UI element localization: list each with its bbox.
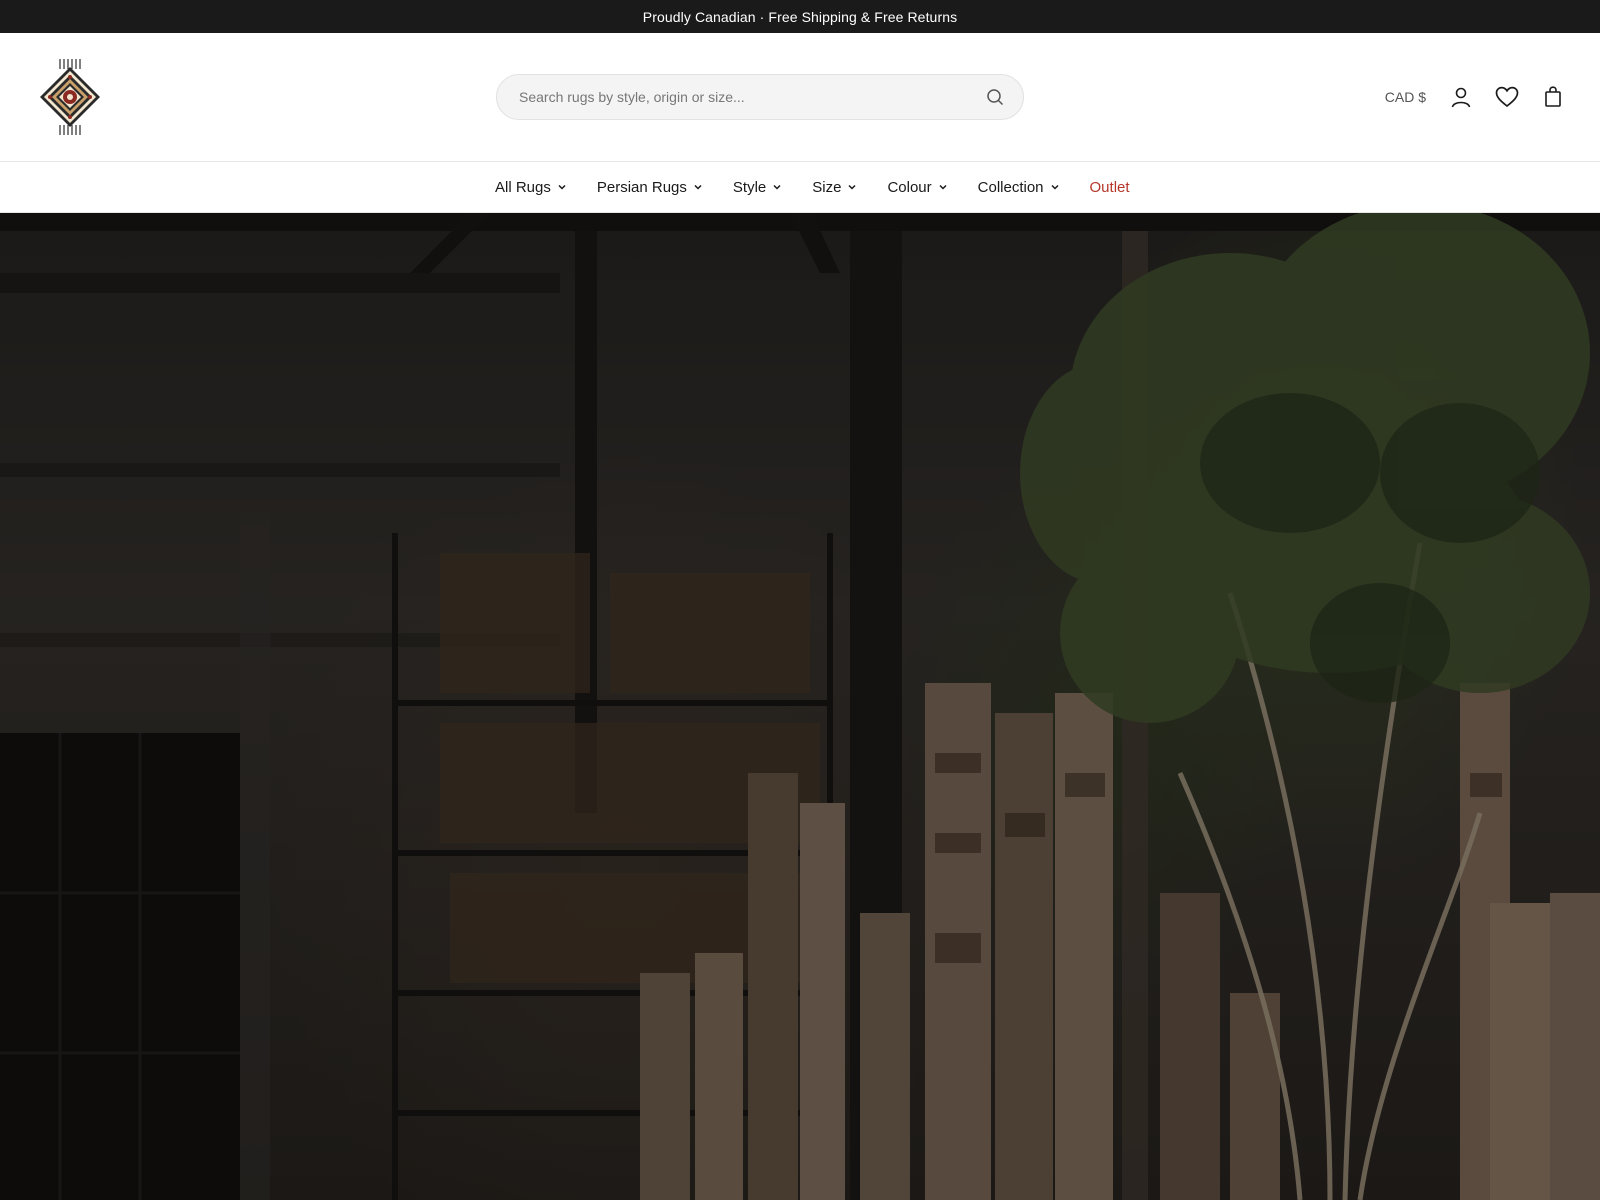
nav-item-colour[interactable]: Colour — [887, 179, 947, 196]
search-input[interactable] — [517, 88, 985, 106]
announcement-text: Proudly Canadian · Free Shipping & Free … — [642, 8, 958, 25]
nav-item-label: Style — [732, 178, 767, 196]
chevron-down-icon — [558, 184, 566, 190]
nav-item-outlet[interactable]: Outlet — [1090, 179, 1130, 196]
wishlist-heart-icon[interactable] — [1494, 84, 1520, 110]
header-actions: CAD $ — [1385, 79, 1566, 115]
nav-item-all-rugs[interactable]: All Rugs — [495, 179, 567, 196]
currency-selector[interactable]: CAD $ — [1385, 89, 1426, 105]
announcement-bar: Proudly Canadian · Free Shipping & Free … — [0, 0, 1600, 33]
site-header: CAD $ — [0, 33, 1600, 162]
chevron-down-icon — [939, 184, 947, 190]
persian-medallion-logo-icon — [40, 59, 100, 135]
nav-item-label: Persian Rugs — [596, 178, 687, 196]
chevron-down-icon — [694, 184, 702, 190]
logo[interactable] — [38, 57, 104, 137]
search-icon[interactable] — [985, 87, 1005, 107]
chevron-down-icon — [773, 184, 781, 190]
shopping-bag-icon[interactable] — [1540, 84, 1566, 110]
main-navigation: All Rugs Persian Rugs Style Size Colour … — [0, 162, 1600, 213]
nav-item-label: Colour — [887, 178, 932, 196]
nav-item-label: All Rugs — [495, 178, 551, 196]
nav-item-label: Collection — [977, 178, 1044, 196]
nav-item-label: Size — [812, 178, 842, 196]
nav-item-size[interactable]: Size — [812, 179, 857, 196]
hero-image — [0, 213, 1600, 1200]
hero-scene-illustration — [0, 213, 1600, 1200]
search-bar[interactable] — [496, 74, 1024, 120]
nav-item-label: Outlet — [1089, 178, 1130, 196]
nav-item-collection[interactable]: Collection — [978, 179, 1060, 196]
account-icon[interactable] — [1448, 84, 1474, 110]
chevron-down-icon — [1050, 184, 1059, 190]
chevron-down-icon — [848, 184, 856, 190]
nav-item-style[interactable]: Style — [733, 179, 782, 196]
nav-item-persian-rugs[interactable]: Persian Rugs — [597, 179, 703, 196]
